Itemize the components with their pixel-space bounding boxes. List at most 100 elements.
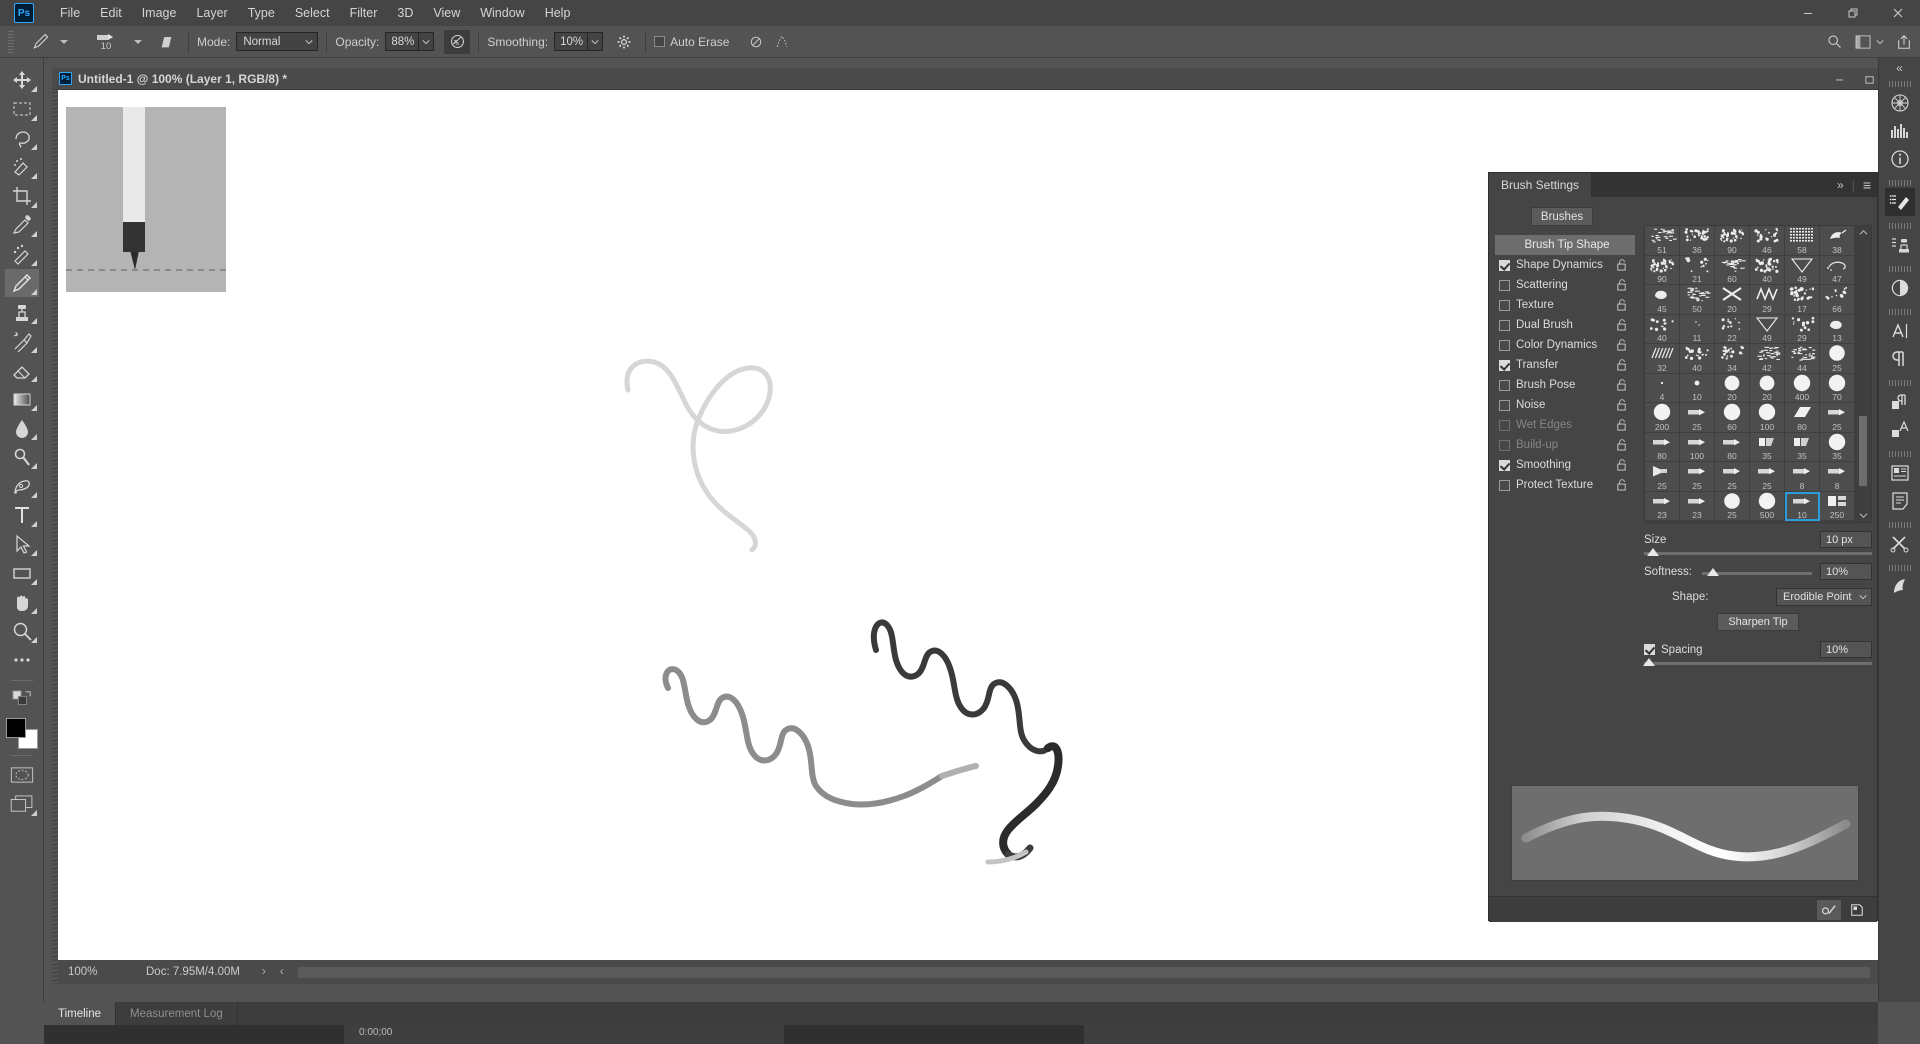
document-tab[interactable]: Ps Untitled-1 @ 100% (Layer 1, RGB/8) * bbox=[52, 68, 1914, 90]
brush-option-shape-dynamics[interactable]: Shape Dynamics bbox=[1495, 255, 1635, 275]
lock-toggle[interactable] bbox=[1616, 479, 1627, 491]
brush-tip-cell[interactable]: 100 bbox=[1680, 432, 1715, 462]
default-colors-icon[interactable] bbox=[5, 686, 39, 714]
checkbox[interactable] bbox=[1499, 379, 1510, 391]
brush-tip-cell[interactable]: 80 bbox=[1715, 432, 1750, 462]
lock-toggle[interactable] bbox=[1616, 459, 1627, 471]
clone-stamp-tool[interactable] bbox=[5, 298, 39, 326]
brush-tip-cell[interactable]: 100 bbox=[1750, 403, 1785, 433]
brush-tip-cell[interactable]: 11 bbox=[1680, 314, 1715, 344]
dock-group-grip[interactable] bbox=[1888, 223, 1911, 229]
window-close-button[interactable] bbox=[1875, 0, 1920, 26]
share-icon[interactable] bbox=[1896, 34, 1912, 50]
brush-tip-cell[interactable]: 35 bbox=[1820, 432, 1855, 462]
scrollbar-thumb[interactable] bbox=[1859, 416, 1867, 486]
spacing-slider-thumb[interactable] bbox=[1642, 658, 1655, 666]
brush-tip-cell[interactable]: 45 bbox=[1645, 285, 1680, 315]
tool-preset-chevron-down-icon[interactable] bbox=[60, 39, 68, 44]
collapse-panel-icon[interactable]: » bbox=[1837, 178, 1844, 192]
search-icon[interactable] bbox=[1826, 33, 1843, 50]
brush-tip-cell[interactable]: 47 bbox=[1820, 255, 1855, 285]
lock-toggle[interactable] bbox=[1616, 419, 1627, 431]
brush-tip-cell[interactable]: 10 bbox=[1785, 491, 1820, 521]
lock-icon[interactable] bbox=[1616, 319, 1627, 331]
lock-icon[interactable] bbox=[1616, 439, 1627, 451]
brush-tip-cell[interactable]: 60 bbox=[1715, 255, 1750, 285]
menu-item-edit[interactable]: Edit bbox=[90, 0, 132, 26]
menu-item-layer[interactable]: Layer bbox=[186, 0, 237, 26]
size-input[interactable]: 10 px bbox=[1820, 531, 1872, 548]
marquee-tool[interactable] bbox=[5, 95, 39, 123]
brush-tip-cell[interactable]: 13 bbox=[1820, 314, 1855, 344]
brush-tip-cell[interactable]: 23 bbox=[1680, 491, 1715, 521]
brush-tip-cell[interactable]: 25 bbox=[1750, 462, 1785, 492]
brush-tip-cell[interactable]: 21 bbox=[1680, 255, 1715, 285]
brush-tip-cell[interactable]: 200 bbox=[1645, 403, 1680, 433]
screen-mode-icon[interactable] bbox=[5, 790, 39, 818]
lock-icon[interactable] bbox=[1616, 419, 1627, 431]
eraser-tool[interactable] bbox=[5, 356, 39, 384]
brush-tip-cell[interactable]: 20 bbox=[1715, 285, 1750, 315]
brush-preset-picker[interactable]: 10 bbox=[84, 27, 128, 57]
dock-collapse-icon[interactable]: « bbox=[1879, 58, 1920, 78]
brush-panel-toggle-icon[interactable] bbox=[154, 30, 180, 54]
status-expand-icon[interactable]: › bbox=[262, 966, 266, 978]
checkbox[interactable] bbox=[1499, 279, 1510, 291]
brush-tip-cell[interactable]: 50 bbox=[1680, 285, 1715, 315]
dock-group-grip[interactable] bbox=[1888, 451, 1911, 457]
blur-tool[interactable] bbox=[5, 414, 39, 442]
brush-tip-cell[interactable]: 49 bbox=[1750, 314, 1785, 344]
checkbox[interactable] bbox=[1499, 299, 1510, 311]
active-tool-indicator[interactable] bbox=[28, 30, 74, 54]
zoom-level[interactable]: 100% bbox=[58, 966, 126, 978]
menu-item-window[interactable]: Window bbox=[470, 0, 534, 26]
brush-tip-cell[interactable]: 25 bbox=[1715, 462, 1750, 492]
notes-icon[interactable] bbox=[1885, 487, 1915, 515]
brush-preset-chevron-down-icon[interactable] bbox=[134, 39, 142, 44]
menu-item-filter[interactable]: Filter bbox=[340, 0, 388, 26]
timeline-body[interactable]: 0:00;00 bbox=[44, 1025, 1878, 1044]
lock-icon[interactable] bbox=[1616, 399, 1627, 411]
lock-toggle[interactable] bbox=[1616, 259, 1627, 271]
brush-tip-cell[interactable]: 25 bbox=[1715, 491, 1750, 521]
checkbox[interactable] bbox=[1499, 439, 1510, 451]
brush-tip-cell[interactable]: 90 bbox=[1715, 226, 1750, 256]
brush-option-scattering[interactable]: Scattering bbox=[1495, 275, 1635, 295]
options-bar-grip[interactable] bbox=[8, 30, 14, 53]
document-info[interactable]: Doc: 7.95M/4.00M bbox=[146, 966, 240, 978]
lock-toggle[interactable] bbox=[1616, 399, 1627, 411]
brush-tip-cell[interactable]: 36 bbox=[1680, 226, 1715, 256]
lock-icon[interactable] bbox=[1616, 279, 1627, 291]
pencil-tool[interactable] bbox=[4, 269, 39, 297]
checkbox[interactable] bbox=[1499, 399, 1510, 411]
brush-tip-cell[interactable]: 80 bbox=[1785, 403, 1820, 433]
opacity-input[interactable]: 88% bbox=[385, 32, 420, 51]
brush-tip-cell[interactable]: 8 bbox=[1785, 462, 1820, 492]
history-icon[interactable] bbox=[1885, 573, 1915, 601]
brush-option-smoothing[interactable]: Smoothing bbox=[1495, 455, 1635, 475]
pen-tool[interactable] bbox=[5, 472, 39, 500]
histogram-icon[interactable] bbox=[1885, 117, 1915, 145]
menu-item-image[interactable]: Image bbox=[132, 0, 187, 26]
type-tool[interactable] bbox=[5, 501, 39, 529]
toggle-brush-settings-icon[interactable] bbox=[1817, 899, 1841, 920]
actions-icon[interactable] bbox=[1885, 530, 1915, 558]
status-collapse-icon[interactable]: ‹ bbox=[280, 966, 284, 978]
dock-group-grip[interactable] bbox=[1888, 380, 1911, 386]
brush-tip-cell[interactable]: 17 bbox=[1785, 285, 1820, 315]
opacity-stepper[interactable] bbox=[419, 32, 435, 51]
auto-erase-checkbox[interactable]: Auto Erase bbox=[654, 35, 735, 49]
brush-option-dual-brush[interactable]: Dual Brush bbox=[1495, 315, 1635, 335]
brush-grid-scrollbar[interactable] bbox=[1855, 226, 1871, 522]
rectangle-tool[interactable] bbox=[5, 559, 39, 587]
brush-tip-cell[interactable]: 40 bbox=[1750, 255, 1785, 285]
spacing-slider[interactable] bbox=[1642, 658, 1872, 666]
brush-tip-cell[interactable]: 32 bbox=[1645, 344, 1680, 374]
brush-tip-cell[interactable]: 44 bbox=[1785, 344, 1820, 374]
character-styles-icon[interactable] bbox=[1885, 416, 1915, 444]
tab-brush-settings[interactable]: Brush Settings bbox=[1489, 173, 1592, 197]
brush-tip-cell[interactable]: 40 bbox=[1645, 314, 1680, 344]
dodge-tool[interactable] bbox=[5, 443, 39, 471]
foreground-color-swatch[interactable] bbox=[5, 718, 26, 738]
menu-item-select[interactable]: Select bbox=[285, 0, 340, 26]
